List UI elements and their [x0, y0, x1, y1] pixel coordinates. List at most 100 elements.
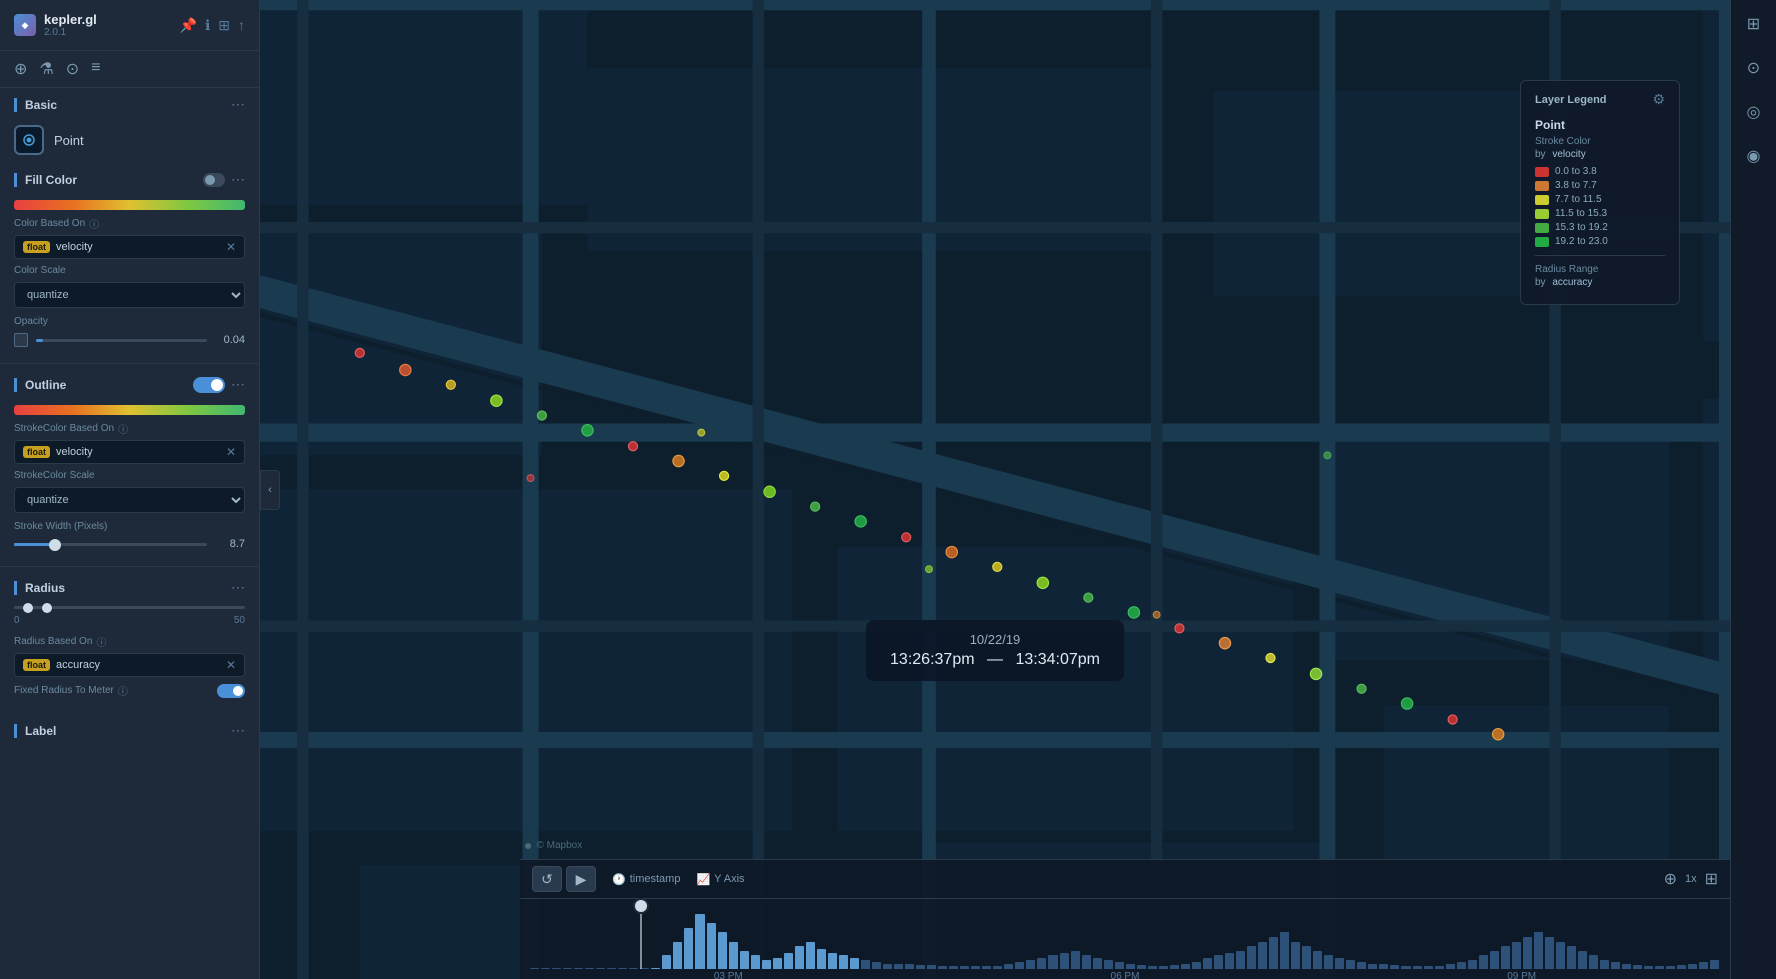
timeline-speed-label: 1x — [1685, 873, 1697, 885]
legend-field-name: velocity — [1552, 149, 1585, 160]
label-pipe — [14, 724, 17, 738]
location-icon[interactable]: ◉ — [1738, 140, 1770, 172]
legend-range-label: 15.3 to 19.2 — [1555, 222, 1608, 233]
label-menu-icon[interactable]: ⋯ — [231, 722, 245, 739]
settings-icon[interactable]: ≡ — [91, 59, 100, 79]
timeline-bar — [718, 932, 727, 969]
timeline-bar — [552, 968, 561, 969]
layer-type-name: Point — [54, 133, 84, 148]
timeline-chart[interactable] — [520, 899, 1730, 969]
color-based-on-field[interactable]: float velocity ✕ — [14, 235, 245, 259]
stroke-slider-thumb[interactable] — [49, 539, 61, 551]
stroke-field-name: velocity — [56, 446, 220, 458]
legend-divider — [1535, 255, 1665, 256]
stroke-color-scale-select[interactable]: quantize — [14, 487, 245, 513]
legend-item: 11.5 to 15.3 — [1535, 208, 1665, 219]
radius-based-on-info-icon[interactable]: ⓘ — [96, 634, 106, 649]
color-based-on-info-icon[interactable]: ⓘ — [89, 216, 99, 231]
timeline-bar — [1159, 966, 1168, 969]
timeline-bar — [817, 949, 826, 969]
radius-range-slider[interactable] — [14, 606, 245, 609]
legend-item: 7.7 to 11.5 — [1535, 194, 1665, 205]
outline-menu-icon[interactable]: ⋯ — [231, 376, 245, 393]
stroke-color-based-on-label: StrokeColor Based On ⓘ — [14, 421, 245, 436]
layer-type-row: Point — [0, 121, 259, 165]
timeline-bar — [574, 968, 583, 969]
radius-based-on-field[interactable]: float accuracy ✕ — [14, 653, 245, 677]
timeline-bar — [1357, 962, 1366, 969]
radius-thumb-max[interactable] — [42, 603, 52, 613]
timeline-right-icons: ⊕ 1x ⊞ — [1664, 869, 1718, 889]
stroke-field-clear[interactable]: ✕ — [226, 445, 236, 459]
stroke-width-slider[interactable] — [14, 543, 207, 546]
app-logo: ◆ — [14, 14, 36, 36]
fill-pipe — [14, 173, 17, 187]
legend-color-swatch — [1535, 181, 1549, 191]
timeline-target-icon[interactable]: ⊕ — [1664, 869, 1677, 889]
timeline-bar — [651, 968, 660, 969]
fill-gradient-bar[interactable] — [14, 200, 245, 210]
timeline-reset-button[interactable]: ↺ — [532, 866, 562, 892]
filter-icon[interactable]: ⚗ — [39, 59, 53, 79]
radius-menu-icon[interactable]: ⋯ — [231, 579, 245, 596]
timeline-bar — [1534, 932, 1543, 969]
radius-thumb-min[interactable] — [23, 603, 33, 613]
outline-toggle[interactable] — [193, 377, 225, 393]
fixed-radius-toggle[interactable] — [217, 684, 245, 698]
basic-menu-icon[interactable]: ⋯ — [231, 96, 245, 113]
left-panel: ◆ kepler.gl 2.0.1 📌 ℹ ⊞ ↑ ⊕ ⚗ ⊙ ≡ Basic … — [0, 0, 260, 979]
timeline-playhead-handle[interactable] — [633, 898, 649, 914]
timeline-expand-icon[interactable]: ⊞ — [1705, 869, 1718, 889]
time-separator: — — [987, 651, 1003, 668]
legend-radius-by: by accuracy — [1535, 277, 1665, 288]
color-field-clear[interactable]: ✕ — [226, 240, 236, 254]
time-date: 10/22/19 — [890, 632, 1100, 647]
grid-icon[interactable]: ⊞ — [1738, 8, 1770, 40]
timeline-bar — [806, 942, 815, 970]
timeline-bar — [1490, 951, 1499, 969]
table-icon[interactable]: ⊞ — [218, 17, 230, 34]
outline-gradient-bar[interactable] — [14, 405, 245, 415]
stroke-color-info-icon[interactable]: ⓘ — [118, 421, 128, 436]
legend-range-label: 19.2 to 23.0 — [1555, 236, 1608, 247]
fill-menu-icon[interactable]: ⋯ — [231, 171, 245, 188]
timeline-bar — [1004, 964, 1013, 969]
timeline-bar — [1203, 958, 1212, 969]
app-version: 2.0.1 — [44, 27, 97, 38]
panel-collapse-button[interactable]: ‹ — [260, 470, 280, 510]
timeline-bar — [1214, 955, 1223, 969]
legend-close-button[interactable]: ⚙ — [1652, 91, 1665, 108]
legend-stroke-color-label: Stroke Color — [1535, 136, 1665, 147]
opacity-slider[interactable] — [36, 339, 207, 342]
radius-min-label: 0 — [14, 615, 20, 626]
layers-icon[interactable]: ⊕ — [14, 59, 27, 79]
timeline-play-button[interactable]: ▶ — [566, 866, 596, 892]
radius-field-clear[interactable]: ✕ — [226, 658, 236, 672]
label-section-header[interactable]: Label ⋯ — [0, 714, 259, 747]
timeline-bar — [1225, 953, 1234, 970]
timeline-bar — [1368, 964, 1377, 970]
radius-pipe — [14, 581, 17, 595]
basic-section-header[interactable]: Basic ⋯ — [0, 88, 259, 121]
opacity-checkbox[interactable] — [14, 333, 28, 347]
info-icon[interactable]: ℹ — [205, 17, 210, 34]
pin-icon[interactable]: 📌 — [180, 17, 197, 34]
timeline-bar — [1468, 960, 1477, 969]
timeline-yaxis-field[interactable]: 📈 Y Axis — [696, 873, 744, 886]
timeline-bar — [839, 955, 848, 969]
legend-title: Layer Legend — [1535, 94, 1607, 106]
chart-icon: 📈 — [696, 873, 710, 886]
fixed-radius-info-icon[interactable]: ⓘ — [118, 683, 128, 698]
timeline-bar — [1446, 964, 1455, 969]
color-scale-select[interactable]: quantize — [14, 282, 245, 308]
map-area[interactable]: ‹ — [260, 0, 1730, 979]
fill-color-toggle[interactable] — [203, 173, 225, 187]
legend-item: 15.3 to 19.2 — [1535, 222, 1665, 233]
globe-icon[interactable]: ⊙ — [1738, 52, 1770, 84]
share-icon[interactable]: ↑ — [238, 17, 245, 34]
stroke-color-field[interactable]: float velocity ✕ — [14, 440, 245, 464]
compass-icon[interactable]: ◎ — [1738, 96, 1770, 128]
interaction-icon[interactable]: ⊙ — [66, 59, 79, 79]
timeline-bar — [993, 966, 1002, 969]
timeline-timestamp-field[interactable]: 🕐 timestamp — [612, 873, 680, 886]
